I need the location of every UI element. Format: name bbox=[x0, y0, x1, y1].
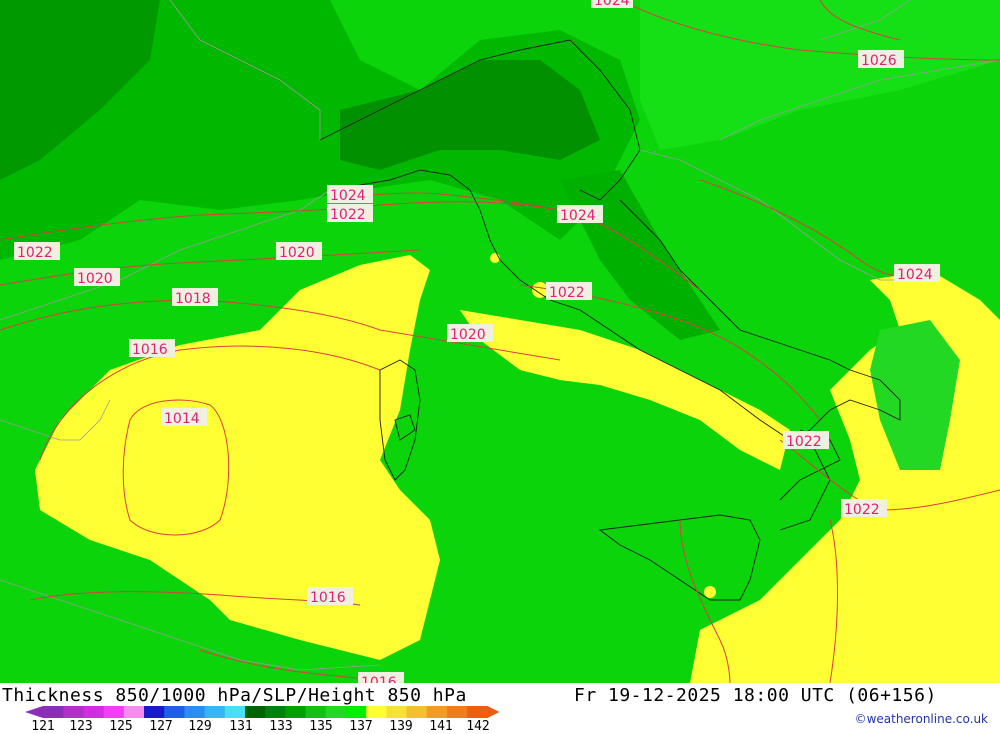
svg-text:1024: 1024 bbox=[330, 188, 366, 204]
colorbar-swatch bbox=[245, 706, 266, 718]
colorbar-swatch bbox=[164, 706, 185, 718]
colorbar-tick-label: 139 bbox=[389, 719, 413, 734]
isobar-label: 1020 bbox=[276, 242, 322, 261]
colorbar-swatch bbox=[467, 706, 488, 718]
thickness-spot bbox=[704, 586, 716, 598]
colorbar-swatch bbox=[224, 706, 246, 718]
map-footer: Thickness 850/1000 hPa/SLP/Height 850 hP… bbox=[0, 683, 1000, 734]
colorbar-arrow-left bbox=[25, 706, 43, 718]
svg-text:1016: 1016 bbox=[361, 675, 397, 683]
svg-text:1020: 1020 bbox=[279, 245, 315, 261]
colorbar-tick-label: 141 bbox=[429, 719, 453, 734]
colorbar-swatch bbox=[144, 706, 165, 718]
colorbar-swatch bbox=[123, 706, 145, 718]
svg-text:1024: 1024 bbox=[897, 267, 933, 283]
colorbar-tick-label: 131 bbox=[229, 719, 253, 734]
colorbar-tick-label: 142 bbox=[466, 719, 490, 734]
colorbar-swatch bbox=[305, 706, 327, 718]
svg-text:1020: 1020 bbox=[77, 271, 113, 287]
colorbar-arrow-right bbox=[487, 706, 500, 718]
svg-text:1014: 1014 bbox=[164, 411, 200, 427]
svg-text:1022: 1022 bbox=[549, 285, 585, 301]
colorbar-tick-label: 137 bbox=[349, 719, 373, 734]
colorbar-swatch bbox=[447, 706, 468, 718]
isobar-label: 1016 bbox=[307, 587, 353, 606]
isobar-label: 1024 bbox=[894, 264, 940, 283]
colorbar-tick-label: 123 bbox=[69, 719, 93, 734]
isobar-label: 1024 bbox=[557, 205, 603, 224]
isobar-label: 1018 bbox=[172, 288, 218, 307]
colorbar-swatch bbox=[265, 706, 286, 718]
credit: ©weatheronline.co.uk bbox=[854, 712, 988, 726]
colorbar-tick-label: 129 bbox=[188, 719, 212, 734]
svg-text:1018: 1018 bbox=[175, 291, 211, 307]
colorbar-tick-label: 125 bbox=[109, 719, 133, 734]
svg-text:1022: 1022 bbox=[786, 434, 822, 450]
isobar-label: 1022 bbox=[327, 204, 373, 223]
weather-map: 1024 1026 1024 1022 1022 1020 1020 1018 … bbox=[0, 0, 1000, 683]
colorbar-tick-label: 127 bbox=[149, 719, 173, 734]
colorbar-swatch bbox=[406, 706, 428, 718]
colorbar-swatch bbox=[386, 706, 408, 718]
colorbar-tick-label: 135 bbox=[309, 719, 333, 734]
colorbar-swatch bbox=[426, 706, 448, 718]
isobar-label: 1014 bbox=[161, 408, 207, 427]
isobar-label: 1022 bbox=[546, 282, 592, 301]
svg-text:1022: 1022 bbox=[844, 502, 880, 518]
colorbar-swatch bbox=[204, 706, 226, 718]
svg-text:1016: 1016 bbox=[310, 590, 346, 606]
isobar-label: 1022 bbox=[841, 499, 887, 518]
isobar-label: 1020 bbox=[447, 324, 493, 343]
colorbar-swatch bbox=[366, 706, 387, 718]
svg-text:1024: 1024 bbox=[560, 208, 596, 224]
isobar-label: 1026 bbox=[858, 50, 904, 69]
svg-text:1022: 1022 bbox=[17, 245, 53, 261]
valid-time: Fr 19-12-2025 18:00 UTC (06+156) bbox=[574, 685, 937, 706]
isobar-label: 1022 bbox=[14, 242, 60, 261]
colorbar-swatch bbox=[43, 706, 64, 718]
svg-text:1020: 1020 bbox=[450, 327, 486, 343]
colorbar-swatch bbox=[325, 706, 347, 718]
isobar-label: 1016 bbox=[358, 672, 404, 683]
isobar-label: 1020 bbox=[74, 268, 120, 287]
svg-text:1026: 1026 bbox=[861, 53, 897, 69]
colorbar-swatch bbox=[83, 706, 105, 718]
isobar-label: 1016 bbox=[129, 339, 175, 358]
isobar-label: 1022 bbox=[783, 431, 829, 450]
colorbar-swatch bbox=[346, 706, 367, 718]
colorbar-tick-label: 121 bbox=[31, 719, 55, 734]
isobar-label: 1024 bbox=[591, 0, 633, 9]
isobar-label: 1024 bbox=[327, 185, 373, 204]
colorbar-swatch bbox=[184, 706, 206, 718]
colorbar-swatch bbox=[285, 706, 307, 718]
svg-text:1016: 1016 bbox=[132, 342, 168, 358]
colorbar-tick-label: 133 bbox=[269, 719, 293, 734]
map-title: Thickness 850/1000 hPa/SLP/Height 850 hP… bbox=[2, 685, 467, 706]
svg-text:1022: 1022 bbox=[330, 207, 366, 223]
colorbar-swatch bbox=[103, 706, 125, 718]
svg-text:1024: 1024 bbox=[594, 0, 630, 9]
colorbar-swatch bbox=[63, 706, 84, 718]
